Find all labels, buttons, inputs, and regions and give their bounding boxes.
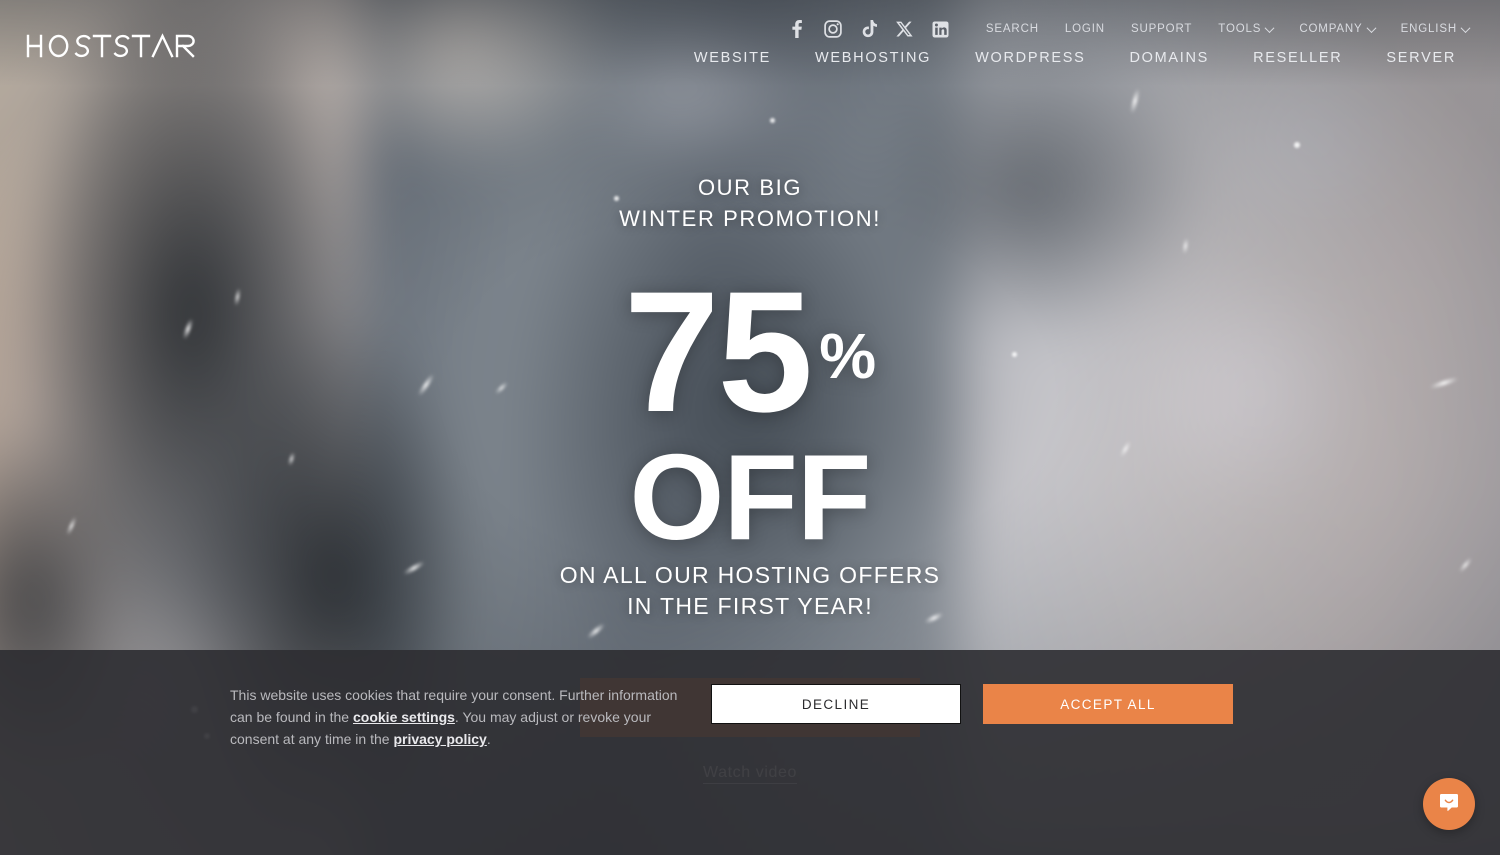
nav-item-webhosting[interactable]: WEBHOSTING — [793, 50, 953, 66]
tiktok-icon[interactable] — [851, 17, 887, 41]
nav-item-website[interactable]: WEBSITE — [672, 50, 793, 66]
social-links — [779, 17, 959, 41]
accept-all-cookies-button[interactable]: ACCEPT ALL — [983, 684, 1233, 724]
utility-link-tools[interactable]: TOOLS — [1205, 22, 1286, 35]
cookie-settings-link[interactable]: cookie settings — [353, 709, 455, 725]
privacy-policy-link[interactable]: privacy policy — [393, 731, 486, 747]
instagram-icon[interactable] — [815, 17, 851, 41]
discount-off-label: OFF — [629, 429, 872, 565]
utility-link-support-label: SUPPORT — [1130, 23, 1193, 35]
hero-kicker-line-2: WINTER PROMOTION! — [619, 206, 881, 231]
hero-subtitle-line-1: ON ALL OUR HOSTING OFFERS — [559, 562, 941, 588]
discount-percent-sign: % — [819, 320, 877, 392]
utility-link-tools-label: TOOLS — [1218, 23, 1262, 35]
main-navigation: WEBSITE WEBHOSTING WORDPRESS DOMAINS RES… — [672, 50, 1478, 66]
utility-link-support[interactable]: SUPPORT — [1118, 23, 1205, 35]
x-icon[interactable] — [887, 17, 923, 41]
utility-link-company-label: COMPANY — [1299, 23, 1363, 35]
site-header: SEARCH LOGIN SUPPORT TOOLS COMPANY ENGLI… — [0, 0, 1500, 86]
cookie-consent-text: This website uses cookies that require y… — [230, 684, 690, 750]
cookie-text-part-3: . — [486, 731, 491, 747]
language-selector-label: ENGLISH — [1400, 23, 1457, 35]
language-selector-english[interactable]: ENGLISH — [1388, 22, 1482, 35]
linkedin-icon[interactable] — [923, 17, 959, 41]
utility-link-search-label: SEARCH — [985, 23, 1039, 35]
chevron-down-icon — [1460, 22, 1471, 33]
hero-discount: 75 % OFF — [0, 256, 1500, 565]
header-utility-bar: SEARCH LOGIN SUPPORT TOOLS COMPANY ENGLI… — [779, 17, 1482, 41]
utility-links: SEARCH LOGIN SUPPORT TOOLS COMPANY ENGLI… — [973, 22, 1482, 35]
utility-link-search[interactable]: SEARCH — [973, 23, 1052, 35]
cookie-consent-overlay — [0, 650, 1500, 855]
chevron-down-icon — [1264, 22, 1275, 33]
decline-cookies-button[interactable]: DECLINE — [711, 684, 961, 724]
chat-bubble-icon — [1437, 791, 1461, 818]
utility-link-company[interactable]: COMPANY — [1286, 22, 1387, 35]
utility-link-login[interactable]: LOGIN — [1052, 23, 1118, 35]
page-root: OUR BIG WINTER PROMOTION! 75 % OFF ON AL… — [0, 0, 1500, 855]
facebook-icon[interactable] — [779, 17, 815, 41]
chat-launcher-button[interactable] — [1423, 778, 1475, 830]
hero-subtitle-line-2: IN THE FIRST YEAR! — [627, 593, 873, 619]
hero-kicker: OUR BIG WINTER PROMOTION! — [0, 172, 1500, 234]
chevron-down-icon — [1366, 22, 1377, 33]
hoststar-logo[interactable] — [26, 32, 196, 60]
discount-number: 75 — [623, 256, 813, 448]
hero-kicker-line-1: OUR BIG — [697, 175, 803, 200]
nav-item-domains[interactable]: DOMAINS — [1107, 50, 1231, 66]
hero-subtitle: ON ALL OUR HOSTING OFFERS IN THE FIRST Y… — [0, 560, 1500, 622]
utility-link-login-label: LOGIN — [1064, 23, 1105, 35]
nav-item-server[interactable]: SERVER — [1364, 50, 1478, 66]
nav-item-wordpress[interactable]: WORDPRESS — [953, 50, 1107, 66]
nav-item-reseller[interactable]: RESELLER — [1231, 50, 1364, 66]
